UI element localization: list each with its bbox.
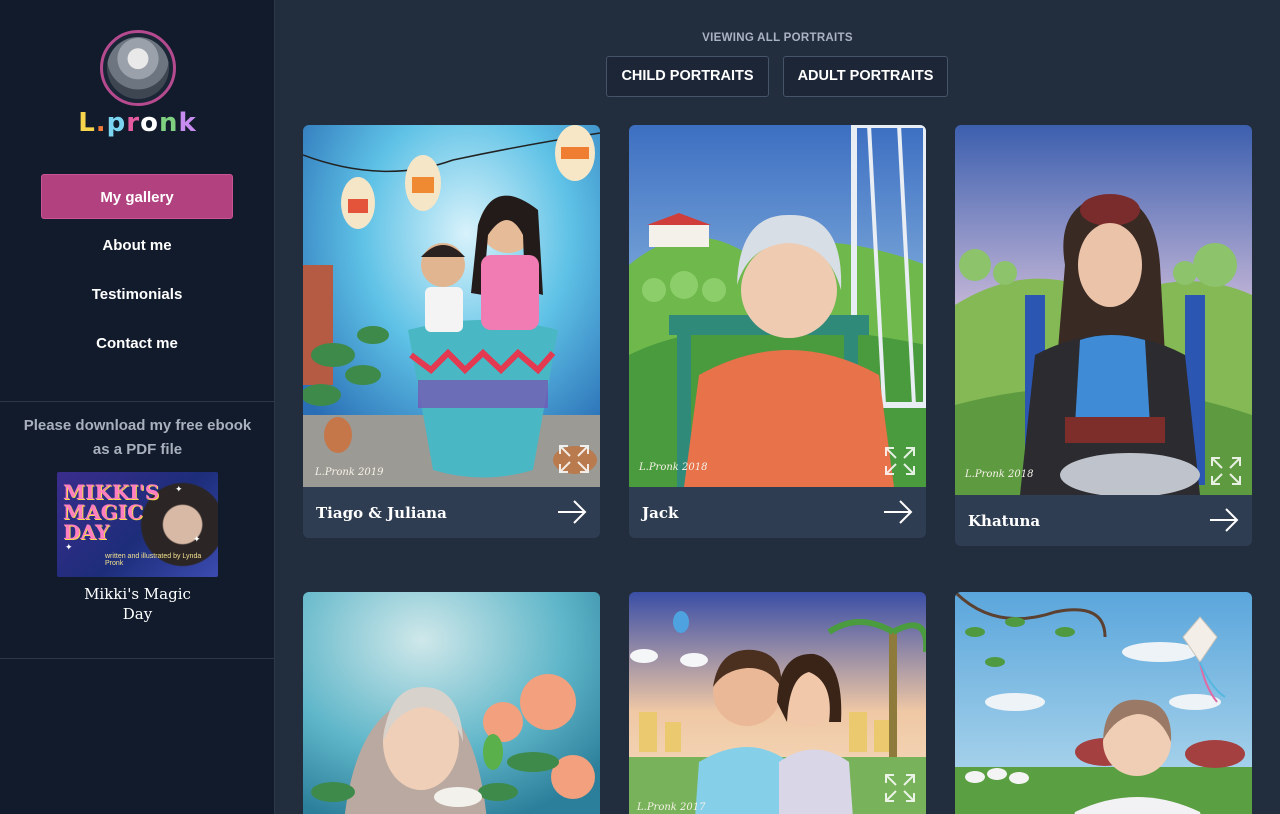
- portrait-card[interactable]: [303, 592, 600, 814]
- portrait-image: L.Pronk 2017: [629, 592, 926, 814]
- arrow-right-icon[interactable]: [883, 499, 913, 525]
- nav-about-me[interactable]: About me: [41, 223, 233, 268]
- sidebar: L.pronk My gallery About me Testimonials…: [0, 0, 275, 814]
- portrait-name: Khatuna: [968, 512, 1041, 530]
- artist-signature: L.Pronk 2018: [964, 469, 1033, 480]
- artist-signature: L.Pronk 2018: [638, 462, 707, 473]
- artist-signature: L.Pronk 2019: [314, 467, 384, 478]
- adult-portraits-button[interactable]: ADULT PORTRAITS: [783, 56, 948, 97]
- child-portraits-button[interactable]: CHILD PORTRAITS: [606, 56, 769, 97]
- sidebar-divider: [0, 401, 275, 402]
- star-icon: ✦: [65, 542, 73, 552]
- portrait-image: L.Pronk 2019: [303, 125, 600, 487]
- card-caption: Jack: [629, 487, 926, 538]
- avatar[interactable]: [100, 30, 176, 106]
- star-icon: ✦: [193, 534, 201, 544]
- portrait-name: Tiago & Juliana: [316, 504, 447, 522]
- artist-signature: L.Pronk 2017: [636, 802, 706, 813]
- star-icon: ✦: [175, 484, 183, 494]
- sidebar-divider: [0, 658, 275, 659]
- viewing-label: VIEWING ALL PORTRAITS: [702, 32, 853, 44]
- card-caption: Khatuna: [955, 495, 1252, 546]
- site-logo[interactable]: L.pronk: [0, 108, 275, 138]
- portrait-card-tiago-juliana[interactable]: L.Pronk 2019 Tiago & Juliana: [303, 125, 600, 538]
- arrow-right-icon[interactable]: [557, 499, 587, 525]
- nav-my-gallery[interactable]: My gallery: [41, 174, 233, 219]
- expand-icon[interactable]: [557, 443, 591, 475]
- ebook-cover-image[interactable]: MIKKI'S MAGIC DAY written and illustrate…: [57, 472, 218, 577]
- portrait-card[interactable]: [955, 592, 1252, 814]
- ebook-cover-title: MIKKI'S MAGIC DAY: [63, 480, 160, 544]
- portrait-image: L.Pronk 2018: [955, 125, 1252, 495]
- ebook-title-line1: Mikki's Magic: [84, 585, 191, 603]
- portrait-name: Jack: [642, 504, 679, 522]
- portrait-image: [303, 592, 600, 814]
- ebook-title-line2: Day: [122, 605, 153, 623]
- sidebar-nav: My gallery About me Testimonials Contact…: [41, 174, 233, 370]
- portrait-card[interactable]: L.Pronk 2017: [629, 592, 926, 814]
- portrait-card-jack[interactable]: L.Pronk 2018 Jack: [629, 125, 926, 538]
- expand-icon[interactable]: [883, 445, 917, 477]
- expand-icon[interactable]: [1209, 455, 1243, 487]
- avatar-photo: [107, 37, 169, 99]
- ebook-prompt-line2: as a PDF file: [92, 441, 183, 458]
- nav-testimonials[interactable]: Testimonials: [41, 272, 233, 317]
- expand-icon[interactable]: [883, 772, 917, 804]
- ebook-prompt: Please download my free ebook as a PDF f…: [0, 414, 275, 462]
- ebook-title[interactable]: Mikki's Magic Day: [0, 584, 275, 624]
- ebook-prompt-line1: Please download my free ebook: [23, 417, 252, 434]
- nav-contact-me[interactable]: Contact me: [41, 321, 233, 366]
- portrait-card-khatuna[interactable]: L.Pronk 2018 Khatuna: [955, 125, 1252, 546]
- card-caption: Tiago & Juliana: [303, 487, 600, 538]
- portrait-image: L.Pronk 2018: [629, 125, 926, 487]
- portrait-image: [955, 592, 1252, 814]
- ebook-cover-subtitle: written and illustrated by Lynda Pronk: [105, 553, 202, 567]
- arrow-right-icon[interactable]: [1209, 507, 1239, 533]
